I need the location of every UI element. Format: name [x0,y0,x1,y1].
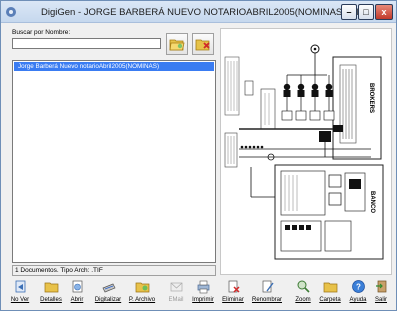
scanner-icon [102,283,115,293]
imprimir-button[interactable]: Imprimir [191,278,215,310]
app-logo-icon[interactable] [5,6,17,18]
folder-open-icon [169,39,185,51]
renombrar-button[interactable]: Renombrar [250,278,284,310]
help-icon: ? [351,280,365,293]
maximize-button[interactable]: □ [358,4,374,20]
open-folder-button[interactable] [166,33,188,55]
search-label: Buscar por Nombre: [12,29,71,36]
svg-text:?: ? [356,283,361,292]
salir-button[interactable]: Salir [372,278,390,310]
email-button[interactable]: EMail [165,278,187,310]
list-item[interactable]: Jorge Barberá Nuevo notarioAbril2005(NOM… [14,62,214,71]
brokers-label: BROKERS [368,83,374,113]
folder-details-icon [44,282,58,293]
archive-folder-icon [135,282,149,293]
digitalizar-button[interactable]: Digitalizar [93,278,123,310]
scanned-diagram-image: BROKERS BANCO [224,44,384,260]
p-archivo-button[interactable]: P. Archivo [125,278,159,310]
rename-icon [262,280,274,293]
banco-label: BANCO [369,191,375,213]
app-window: DigiGen - JORGE BARBERÁ NUEVO NOTARIOABR… [0,0,397,311]
open-document-icon [72,280,82,293]
hide-preview-icon [15,280,25,293]
delete-document-icon [228,280,240,293]
document-preview[interactable]: BROKERS BANCO [220,28,392,275]
minimize-button[interactable]: – [341,4,357,20]
delete-folder-button[interactable] [192,33,214,55]
window-title: DigiGen - JORGE BARBERÁ NUEVO NOTARIOABR… [41,7,363,18]
carpeta-button[interactable]: Carpeta [317,278,343,310]
document-list[interactable]: Jorge Barberá Nuevo notarioAbril2005(NOM… [12,60,216,263]
email-icon [170,282,182,292]
ayuda-button[interactable]: ? Ayuda [347,278,369,310]
exit-door-icon [375,280,386,293]
no-ver-button[interactable]: No Ver [7,278,33,310]
printer-icon [197,280,209,294]
bottom-toolbar: No Ver Detalles Abrir Digitalizar P. Arc… [3,278,395,310]
close-button[interactable]: x [375,4,393,20]
search-input[interactable] [12,38,161,49]
status-bar: 1 Documentos. Tipo Arch: .TIF [12,265,216,276]
folder-delete-icon [195,39,210,51]
folder-icon [323,282,337,293]
zoom-button[interactable]: Zoom [293,278,313,310]
zoom-icon [297,280,310,293]
detalles-button[interactable]: Detalles [38,278,64,310]
title-bar[interactable]: DigiGen - JORGE BARBERÁ NUEVO NOTARIOABR… [1,1,396,23]
eliminar-button[interactable]: Eliminar [221,278,245,310]
abrir-button[interactable]: Abrir [67,278,87,310]
